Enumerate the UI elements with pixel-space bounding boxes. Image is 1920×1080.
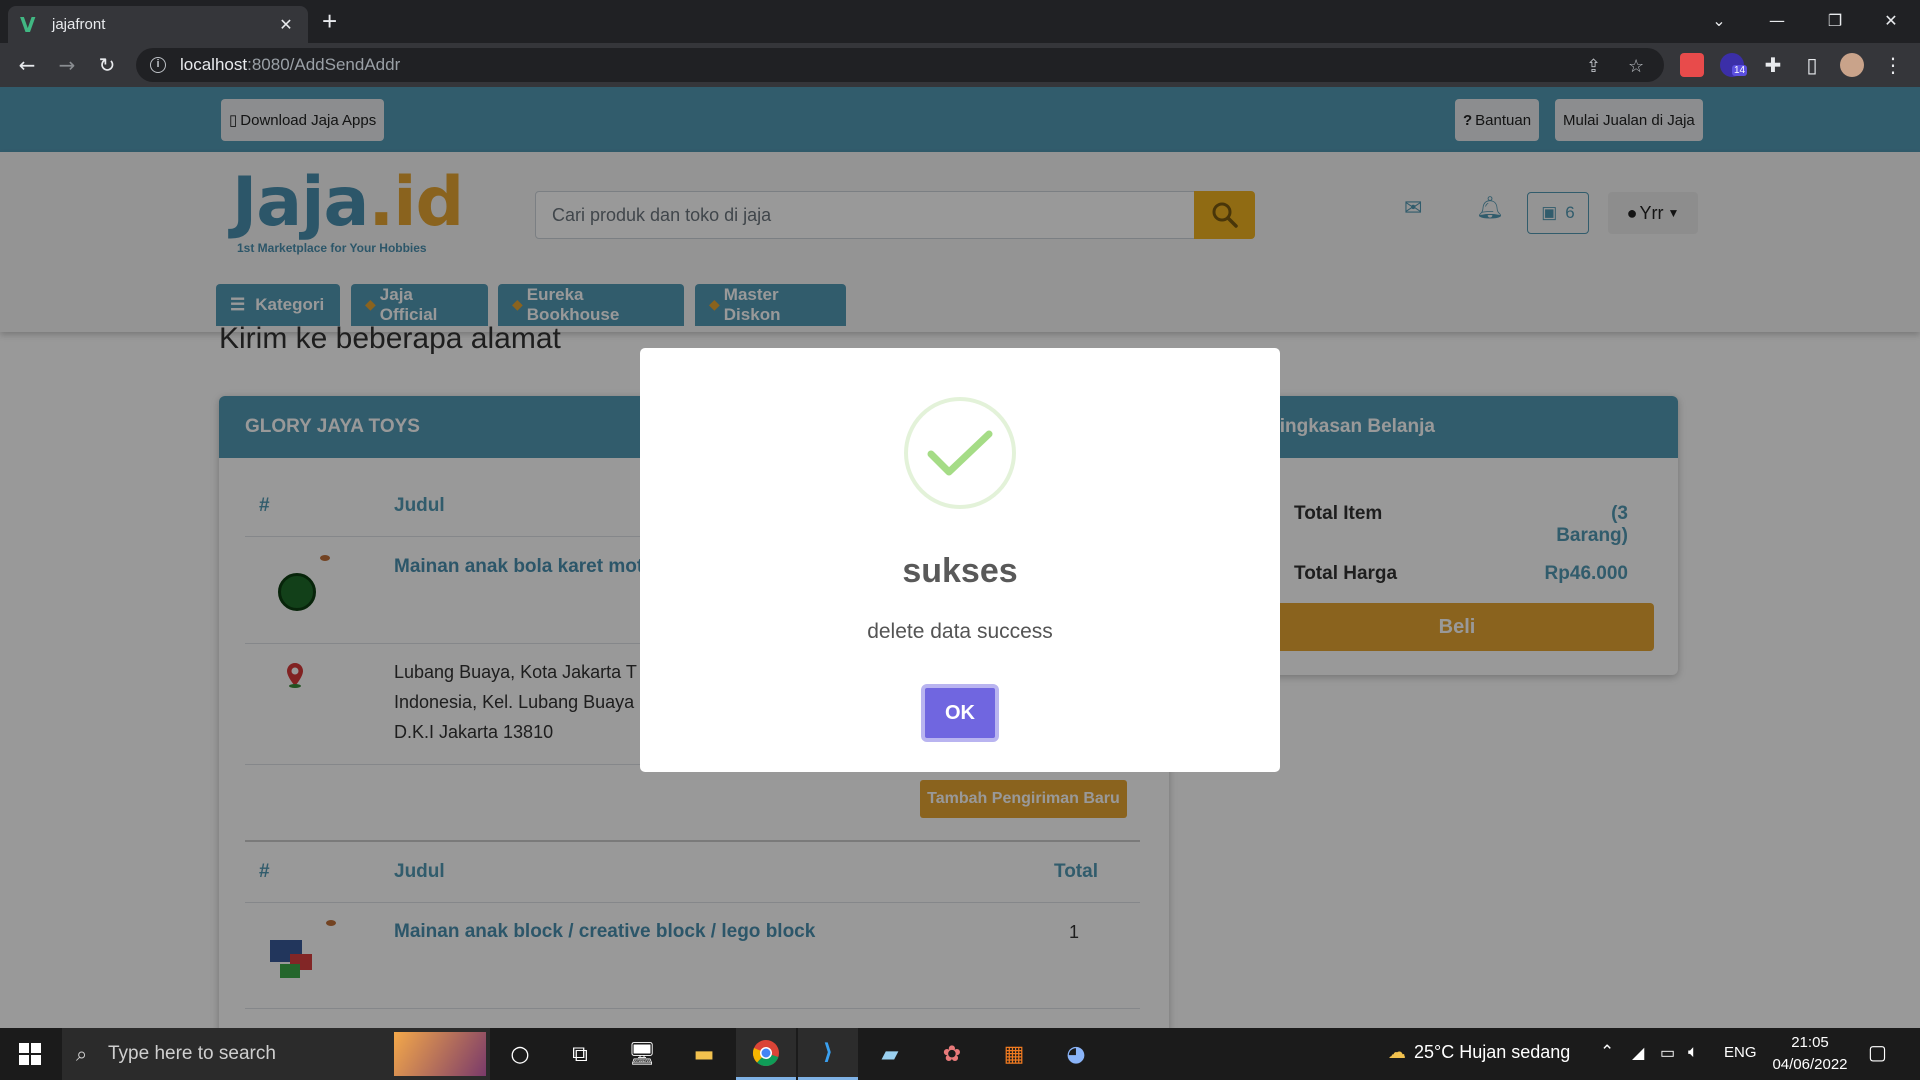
tab-title: jajafront bbox=[52, 16, 106, 33]
taskbar-search-input[interactable]: ⌕ Type here to search bbox=[62, 1028, 490, 1080]
success-dialog: sukses delete data success OK bbox=[640, 348, 1280, 772]
battery-icon[interactable]: ▭ bbox=[1660, 1043, 1675, 1063]
extension-icon[interactable]: 14 bbox=[1720, 53, 1748, 77]
chrome-icon[interactable] bbox=[736, 1028, 796, 1080]
paint-palette-icon[interactable]: ◕ bbox=[1046, 1028, 1106, 1080]
profile-avatar[interactable] bbox=[1840, 53, 1864, 77]
xampp-icon[interactable]: ▦ bbox=[984, 1028, 1044, 1080]
vue-icon: V bbox=[20, 12, 36, 37]
minimize-button[interactable]: — bbox=[1748, 0, 1806, 40]
puzzle-extensions-icon[interactable]: ✚ bbox=[1758, 51, 1788, 79]
windows-start-icon[interactable] bbox=[0, 1028, 60, 1080]
success-check-icon bbox=[904, 397, 1016, 509]
file-explorer-icon[interactable]: ▬ bbox=[674, 1028, 734, 1080]
notification-center-icon[interactable]: ▢ bbox=[1868, 1040, 1887, 1065]
browser-tabbar: V jajafront ✕ + ⌄ — ❐ ✕ bbox=[0, 0, 1920, 43]
app-icon-computer[interactable]: 🖥︎ bbox=[612, 1028, 672, 1080]
paint-app-icon[interactable]: ✿ bbox=[922, 1028, 982, 1080]
weather-cloud-icon: ☁ bbox=[1388, 1042, 1406, 1063]
weather-text: 25°C Hujan sedang bbox=[1414, 1042, 1571, 1062]
restore-button[interactable]: ❐ bbox=[1806, 0, 1864, 40]
search-icon: ⌕ bbox=[76, 1042, 88, 1066]
dialog-message: delete data success bbox=[867, 620, 1053, 643]
network-icon[interactable]: ◢ bbox=[1632, 1043, 1644, 1063]
site-info-icon[interactable]: i bbox=[150, 57, 166, 73]
clock-time[interactable]: 21:05 bbox=[1770, 1034, 1850, 1051]
task-view-icon[interactable]: ⧉ bbox=[550, 1028, 610, 1080]
weather-widget[interactable]: ☁ 25°C Hujan sedang bbox=[1388, 1042, 1570, 1063]
new-tab-button[interactable]: + bbox=[322, 8, 337, 34]
address-bar[interactable]: i localhost:8080/AddSendAddr ⇪ ☆ bbox=[136, 48, 1664, 82]
dialog-title: sukses bbox=[902, 552, 1018, 590]
share-icon[interactable]: ⇪ bbox=[1586, 56, 1601, 77]
notes-app-icon[interactable]: ▰ bbox=[860, 1028, 920, 1080]
browser-tab[interactable]: V jajafront ✕ bbox=[8, 6, 308, 43]
pdf-extension-icon[interactable] bbox=[1680, 53, 1704, 77]
language-indicator[interactable]: ENG bbox=[1724, 1044, 1757, 1061]
url-host: localhost bbox=[180, 55, 248, 74]
url-path: :8080/AddSendAddr bbox=[247, 55, 401, 74]
extension-badge: 14 bbox=[1732, 65, 1748, 76]
search-highlight-image bbox=[394, 1032, 486, 1076]
ok-button[interactable]: OK bbox=[921, 684, 999, 742]
forward-button[interactable]: → bbox=[52, 51, 82, 79]
bookmark-star-icon[interactable]: ☆ bbox=[1628, 56, 1644, 77]
close-tab-icon[interactable]: ✕ bbox=[276, 15, 296, 35]
browser-menu-icon[interactable]: ⋮ bbox=[1878, 51, 1908, 79]
volume-icon[interactable]: 🔈︎ bbox=[1688, 1042, 1698, 1062]
browser-toolbar: ← → ↻ i localhost:8080/AddSendAddr ⇪ ☆ 1… bbox=[0, 43, 1920, 87]
reload-button[interactable]: ↻ bbox=[92, 51, 122, 79]
side-panel-icon[interactable]: ▯ bbox=[1797, 51, 1827, 79]
close-window-button[interactable]: ✕ bbox=[1862, 0, 1920, 40]
clock-date[interactable]: 04/06/2022 bbox=[1768, 1056, 1852, 1073]
cortana-icon[interactable]: ○ bbox=[490, 1028, 550, 1080]
tab-search-icon[interactable]: ⌄ bbox=[1690, 0, 1748, 40]
back-button[interactable]: ← bbox=[12, 51, 42, 79]
windows-taskbar: ⌕ Type here to search ○ ⧉ 🖥︎ ▬ ⟩ ▰ ✿ ▦ ◕… bbox=[0, 1028, 1920, 1080]
taskbar-search-placeholder: Type here to search bbox=[108, 1043, 276, 1064]
vscode-icon[interactable]: ⟩ bbox=[798, 1028, 858, 1080]
tray-overflow-icon[interactable]: ⌃ bbox=[1600, 1042, 1614, 1062]
